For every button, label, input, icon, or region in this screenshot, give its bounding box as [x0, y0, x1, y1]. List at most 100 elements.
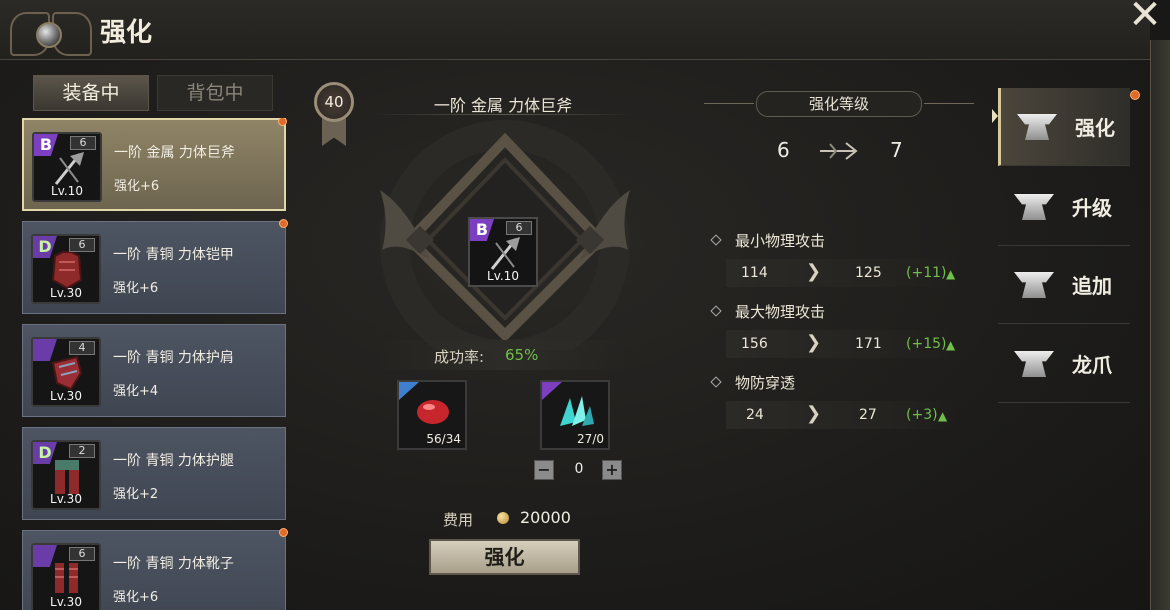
material-slot-crystal[interactable]: 27/0	[540, 380, 610, 450]
notify-dot	[279, 219, 288, 228]
chevron-right-icon: ❯	[806, 403, 822, 424]
notify-dot	[1130, 90, 1140, 100]
pill-ornament-left	[704, 103, 754, 104]
success-rate-value: 65%	[505, 346, 539, 364]
level-from: 6	[777, 138, 790, 162]
cost-label: 费用	[443, 511, 474, 529]
cost-value: 20000	[520, 508, 571, 527]
star-count-badge: 4	[69, 341, 95, 355]
enhance-panel: 强化 ✕ 装备中 背包中 B 6 Lv.10 一阶 金属 力体巨斧 强化+6 D…	[0, 0, 1170, 610]
stat-current: 156	[741, 336, 768, 352]
material-count: 27/0	[577, 432, 604, 446]
increase-button[interactable]: +	[602, 460, 622, 480]
anvil-icon	[1014, 194, 1054, 220]
side-tab-label: 追加	[1072, 274, 1112, 298]
equipment-item-legs[interactable]: D 2 Lv.30 一阶 青铜 力体护腿 强化+2	[22, 427, 286, 520]
decrease-button[interactable]: −	[534, 460, 554, 480]
item-name: 一阶 青铜 力体靴子	[113, 556, 234, 572]
close-button[interactable]: ✕	[1124, 0, 1166, 35]
star-count-badge: 2	[69, 444, 95, 458]
stat-next: 27	[859, 407, 877, 423]
medal-ribbon	[322, 118, 346, 146]
equipment-item-armor[interactable]: D 6 Lv.30 一阶 青铜 力体铠甲 强化+6	[22, 219, 288, 314]
side-tab-label: 龙爪	[1072, 353, 1112, 377]
item-level: Lv.30	[50, 492, 82, 506]
stat-name: 最小物理攻击	[735, 232, 826, 250]
title-divider	[372, 114, 634, 115]
side-tab-dragon-claw[interactable]: 龙爪	[998, 325, 1130, 403]
armor-icon	[51, 251, 83, 290]
item-icon: D 6 Lv.30	[31, 234, 101, 304]
side-tab-upgrade[interactable]: 升级	[998, 168, 1130, 246]
star-count-badge: 6	[69, 547, 95, 561]
up-arrow-icon: ▲	[946, 267, 956, 281]
stat-current: 24	[746, 407, 764, 423]
quantity-value: 0	[574, 461, 584, 477]
diamond-bullet-icon	[710, 376, 722, 388]
right-frame-border	[1150, 40, 1170, 610]
item-level: Lv.10	[487, 269, 519, 283]
stat-delta: (+15)	[906, 336, 947, 352]
gold-coin-icon	[497, 512, 509, 524]
stat-next: 125	[855, 265, 882, 281]
tab-inventory[interactable]: 背包中	[157, 75, 273, 111]
stat-name: 物防穿透	[735, 374, 796, 392]
page-title: 强化	[100, 18, 153, 48]
header-bar: 强化	[0, 0, 1150, 60]
pill-ornament-right	[924, 103, 974, 104]
quantity-stepper: − 0 +	[534, 460, 624, 482]
equipment-item-boots[interactable]: 6 Lv.30 一阶 青铜 力体靴子 强化+6	[22, 528, 288, 610]
item-level: Lv.10	[51, 184, 83, 198]
boots-icon	[55, 563, 78, 593]
anvil-icon	[1014, 272, 1054, 298]
material-count: 56/34	[426, 432, 461, 446]
success-rate-label: 成功率:	[434, 348, 485, 366]
selected-item-title: 一阶 金属 力体巨斧	[433, 96, 573, 115]
item-enhance-level: 强化+2	[113, 487, 159, 502]
diamond-bullet-icon	[710, 234, 722, 246]
chevron-right-icon: ❯	[806, 332, 822, 353]
axe-icon	[490, 237, 520, 270]
stat-name: 最大物理攻击	[735, 303, 826, 321]
stat-delta: (+3)	[906, 407, 938, 423]
item-name: 一阶 青铜 力体护肩	[113, 350, 234, 366]
up-arrow-icon: ▲	[946, 338, 956, 352]
leg-armor-icon	[55, 460, 79, 494]
selected-item-icon: B 6 Lv.10	[468, 217, 538, 287]
notify-dot	[278, 118, 287, 126]
item-enhance-level: 强化+6	[113, 281, 159, 296]
diamond-bullet-icon	[710, 305, 722, 317]
rank-medal: 40	[306, 82, 362, 148]
item-name: 一阶 青铜 力体护腿	[113, 453, 234, 469]
anvil-icon	[1017, 114, 1057, 140]
side-tab-append[interactable]: 追加	[998, 246, 1130, 324]
axe-icon	[54, 152, 84, 185]
equipment-item-axe[interactable]: B 6 Lv.10 一阶 金属 力体巨斧 强化+6	[22, 118, 287, 211]
item-icon: D 2 Lv.30	[31, 440, 101, 510]
up-arrow-icon: ▲	[938, 409, 948, 423]
star-count-badge: 6	[506, 221, 532, 235]
pauldron-icon	[51, 355, 83, 391]
side-tab-enhance[interactable]: 强化	[998, 88, 1130, 166]
emblem-icon	[8, 4, 94, 58]
chevron-right-icon: ❯	[806, 261, 822, 282]
item-enhance-level: 强化+6	[113, 590, 159, 605]
tab-equipped[interactable]: 装备中	[33, 75, 149, 111]
notify-dot	[279, 528, 288, 537]
enhance-button[interactable]: 强化	[429, 539, 580, 575]
rank-value: 40	[314, 82, 354, 122]
success-rate-row	[378, 340, 628, 370]
item-level: Lv.30	[50, 595, 82, 609]
equipment-item-shoulder[interactable]: 4 Lv.30 一阶 青铜 力体护肩 强化+4	[22, 324, 286, 417]
stat-next: 171	[855, 336, 882, 352]
emblem-orb	[36, 22, 62, 48]
level-to: 7	[890, 138, 903, 162]
side-tab-label: 强化	[1075, 116, 1115, 140]
item-name: 一阶 金属 力体巨斧	[114, 145, 235, 161]
item-level: Lv.30	[50, 286, 82, 300]
stat-current: 114	[741, 265, 768, 281]
star-count-badge: 6	[70, 136, 96, 150]
equipment-list: B 6 Lv.10 一阶 金属 力体巨斧 强化+6 D 6 Lv.30 一阶 青…	[22, 118, 288, 610]
item-enhance-level: 强化+4	[113, 384, 159, 399]
material-slot-gem[interactable]: 56/34	[397, 380, 467, 450]
